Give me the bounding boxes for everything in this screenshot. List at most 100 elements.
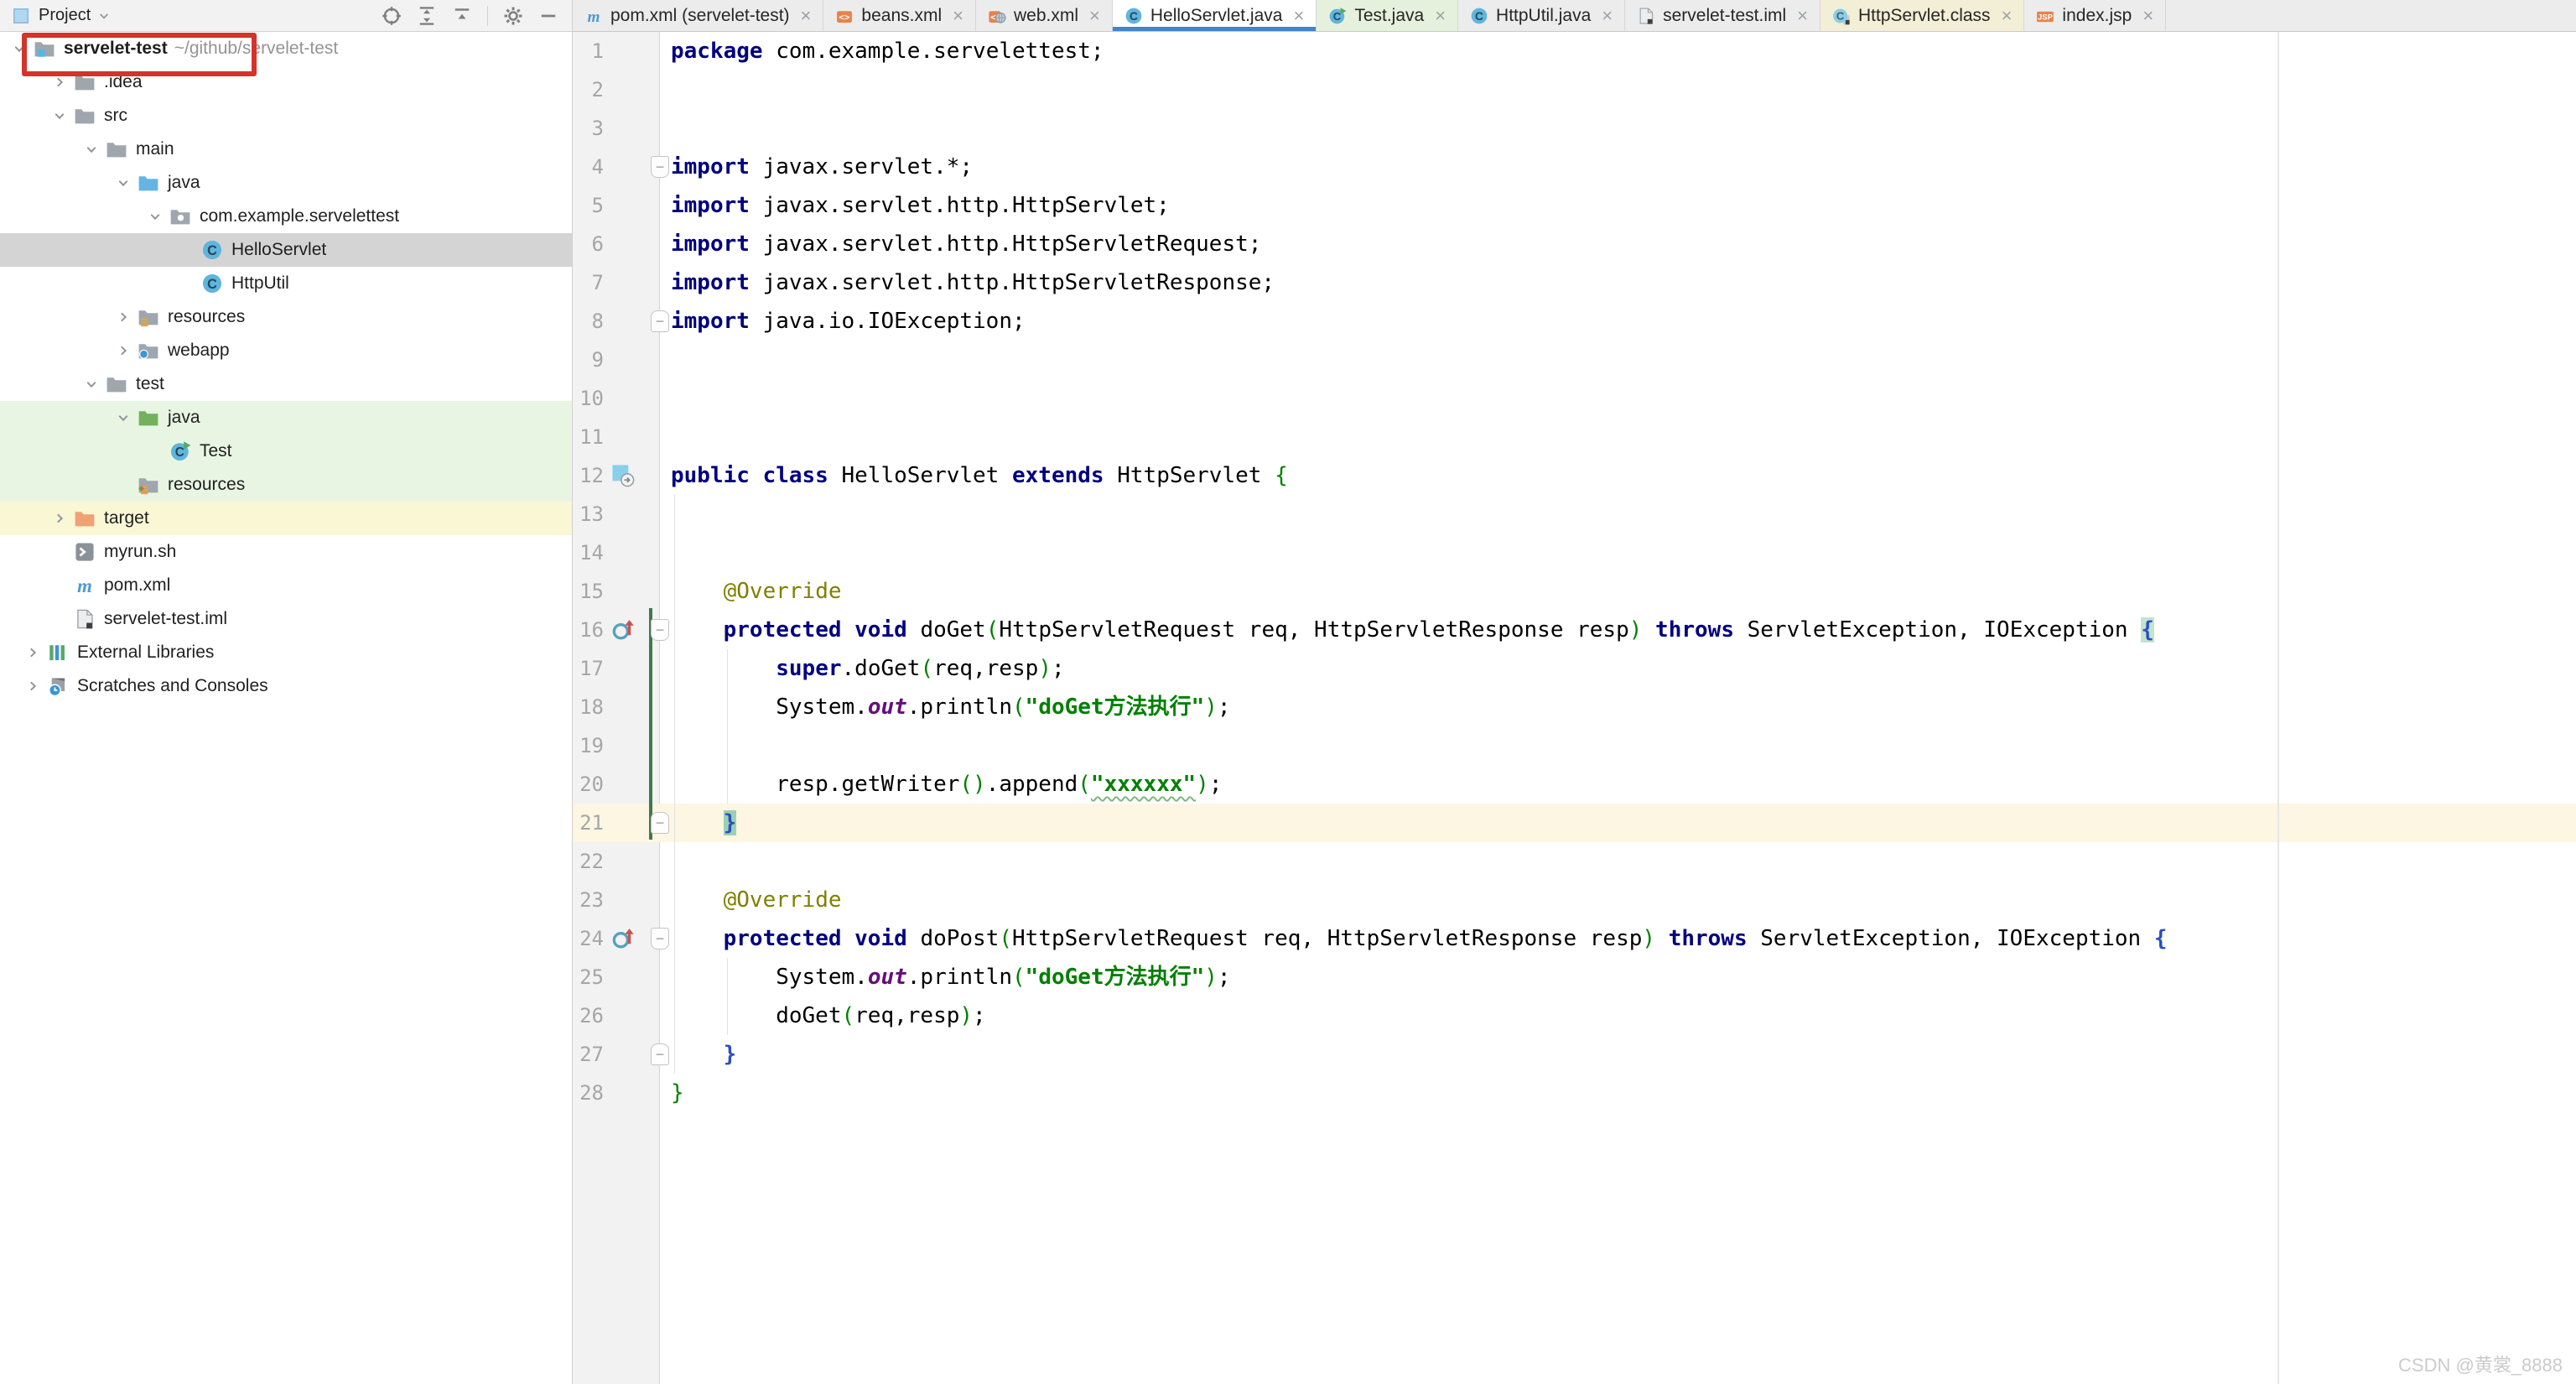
code-line-5[interactable]: import javax.servlet.http.HttpServlet;	[573, 186, 2576, 225]
code-line-20[interactable]: resp.getWriter().append("xxxxxx");	[573, 765, 2576, 804]
minimize-icon[interactable]	[538, 6, 558, 26]
code-line-12[interactable]: public class HelloServlet extends HttpSe…	[573, 456, 2576, 495]
tree-item-pom-xml[interactable]: m pom.xml	[0, 569, 572, 602]
chevron-right-icon[interactable]	[109, 309, 138, 325]
chevron-right-icon[interactable]	[18, 644, 47, 661]
chevron-down-icon[interactable]	[77, 376, 106, 393]
close-icon[interactable]: ×	[1435, 6, 1446, 25]
tab-beans-xml[interactable]: <> beans.xml ×	[823, 0, 976, 31]
close-icon[interactable]: ×	[953, 6, 963, 25]
code-token: out	[867, 965, 907, 990]
collapse-all-icon[interactable]	[452, 6, 472, 26]
tab-web-xml[interactable]: < web.xml ×	[976, 0, 1113, 31]
fold-marker[interactable]: −	[651, 812, 669, 834]
tab-pom-xml[interactable]: m pom.xml (servelet-test) ×	[573, 0, 824, 31]
close-icon[interactable]: ×	[801, 6, 812, 25]
code-line-21[interactable]: }	[573, 804, 2576, 842]
tab-httputil-java[interactable]: C HttpUtil.java ×	[1458, 0, 1626, 31]
tree-item-resources-test[interactable]: resources	[0, 468, 572, 502]
tree-item-test-class[interactable]: C Test	[0, 434, 572, 468]
tree-item-myrun-sh[interactable]: myrun.sh	[0, 535, 572, 569]
code-line-7[interactable]: import javax.servlet.http.HttpServletRes…	[573, 263, 2576, 302]
code-line-24[interactable]: protected void doPost(HttpServletRequest…	[573, 919, 2576, 958]
tree-item-target[interactable]: target	[0, 502, 572, 535]
chevron-down-icon[interactable]	[97, 9, 111, 23]
locate-icon[interactable]	[382, 6, 402, 26]
override-method-icon[interactable]	[611, 927, 635, 950]
chevron-down-icon[interactable]	[141, 208, 169, 225]
tree-item-helloservlet[interactable]: C HelloServlet	[0, 233, 572, 267]
code-line-6[interactable]: import javax.servlet.http.HttpServletReq…	[573, 225, 2576, 263]
tree-item-src[interactable]: src	[0, 99, 572, 133]
fold-marker[interactable]: −	[651, 928, 669, 950]
code-line-19[interactable]	[573, 726, 2576, 765]
chevron-down-icon[interactable]	[5, 40, 34, 57]
code-editor[interactable]: 1 package com.example.servelettest; 2 3 4− im…	[573, 32, 2576, 1384]
close-icon[interactable]: ×	[2142, 6, 2153, 25]
chevron-down-icon[interactable]	[109, 409, 138, 426]
fold-marker[interactable]: −	[651, 619, 669, 641]
code-line-9[interactable]	[573, 341, 2576, 379]
tree-item-resources-main[interactable]: resources	[0, 300, 572, 334]
code-line-27[interactable]: }	[573, 1035, 2576, 1074]
override-method-icon[interactable]	[611, 618, 635, 642]
fold-marker[interactable]: −	[651, 156, 669, 178]
tree-item-servelet-test-root[interactable]: servelet-test ~/github/servelet-test	[0, 32, 572, 65]
code-line-25[interactable]: System.out.println("doGet方法执行");	[573, 958, 2576, 996]
close-icon[interactable]: ×	[1797, 6, 1808, 25]
code-line-16[interactable]: protected void doGet(HttpServletRequest …	[573, 611, 2576, 649]
tree-item-main[interactable]: main	[0, 133, 572, 166]
code-line-13[interactable]	[573, 495, 2576, 533]
code-line-10[interactable]	[573, 379, 2576, 418]
tree-item-test[interactable]: test	[0, 367, 572, 401]
servlet-class-gutter-icon[interactable]	[611, 464, 635, 487]
chevron-right-icon[interactable]	[109, 342, 138, 359]
tree-item-path: ~/github/servelet-test	[174, 39, 339, 58]
tree-item-java-main[interactable]: java	[0, 166, 572, 200]
tree-item-webapp[interactable]: webapp	[0, 334, 572, 367]
close-icon[interactable]: ×	[1293, 6, 1304, 25]
code-line-4[interactable]: import javax.servlet.*;	[573, 148, 2576, 186]
code-line-1[interactable]: package com.example.servelettest;	[573, 32, 2576, 70]
code-line-2[interactable]	[573, 70, 2576, 109]
tab-servelet-test-iml[interactable]: servelet-test.iml ×	[1625, 0, 1820, 31]
fold-marker[interactable]: −	[651, 310, 669, 332]
code-token: req,resp	[933, 656, 1039, 681]
chevron-right-icon[interactable]	[18, 678, 47, 695]
chevron-right-icon[interactable]	[45, 74, 74, 91]
code-line-17[interactable]: super.doGet(req,resp);	[573, 649, 2576, 688]
code-line-14[interactable]	[573, 533, 2576, 572]
tab-helloservlet-java[interactable]: C HelloServlet.java ×	[1112, 0, 1317, 31]
code-line-15[interactable]: @Override	[573, 572, 2576, 611]
code-line-28[interactable]: }	[573, 1074, 2576, 1112]
tab-test-java[interactable]: C Test.java ×	[1317, 0, 1459, 31]
tree-item-scratches-and-consoles[interactable]: Scratches and Consoles	[0, 669, 572, 703]
code-line-23[interactable]: @Override	[573, 881, 2576, 919]
tab-httpservlet-class[interactable]: C HttpServlet.class ×	[1820, 0, 2025, 31]
fold-marker[interactable]: −	[651, 1043, 669, 1065]
chevron-down-icon[interactable]	[45, 107, 74, 124]
expand-all-icon[interactable]	[417, 6, 437, 26]
tree-item-idea[interactable]: .idea	[0, 65, 572, 99]
chevron-right-icon[interactable]	[45, 510, 74, 527]
tab-index-jsp[interactable]: JSP index.jsp ×	[2024, 0, 2167, 31]
tree-item-com-example-servelettest[interactable]: com.example.servelettest	[0, 200, 572, 233]
code-line-8[interactable]: import java.io.IOException;	[573, 302, 2576, 341]
close-icon[interactable]: ×	[1602, 6, 1613, 25]
chevron-down-icon[interactable]	[109, 174, 138, 191]
project-view-title[interactable]: Project	[39, 6, 91, 25]
tree-item-httputil[interactable]: C HttpUtil	[0, 267, 572, 300]
chevron-down-icon[interactable]	[77, 141, 106, 158]
tree-item-java-test[interactable]: java	[0, 401, 572, 434]
close-icon[interactable]: ×	[2002, 6, 2012, 25]
tree-item-external-libraries[interactable]: External Libraries	[0, 636, 572, 669]
code-line-26[interactable]: doGet(req,resp);	[573, 996, 2576, 1035]
close-icon[interactable]: ×	[1089, 6, 1100, 25]
code-line-22[interactable]	[573, 842, 2576, 881]
tree-item-servelet-test-iml[interactable]: servelet-test.iml	[0, 602, 572, 636]
code-line-11[interactable]	[573, 418, 2576, 456]
code-line-3[interactable]	[573, 109, 2576, 148]
gear-icon[interactable]	[503, 6, 523, 26]
code-line-18[interactable]: System.out.println("doGet方法执行");	[573, 688, 2576, 726]
